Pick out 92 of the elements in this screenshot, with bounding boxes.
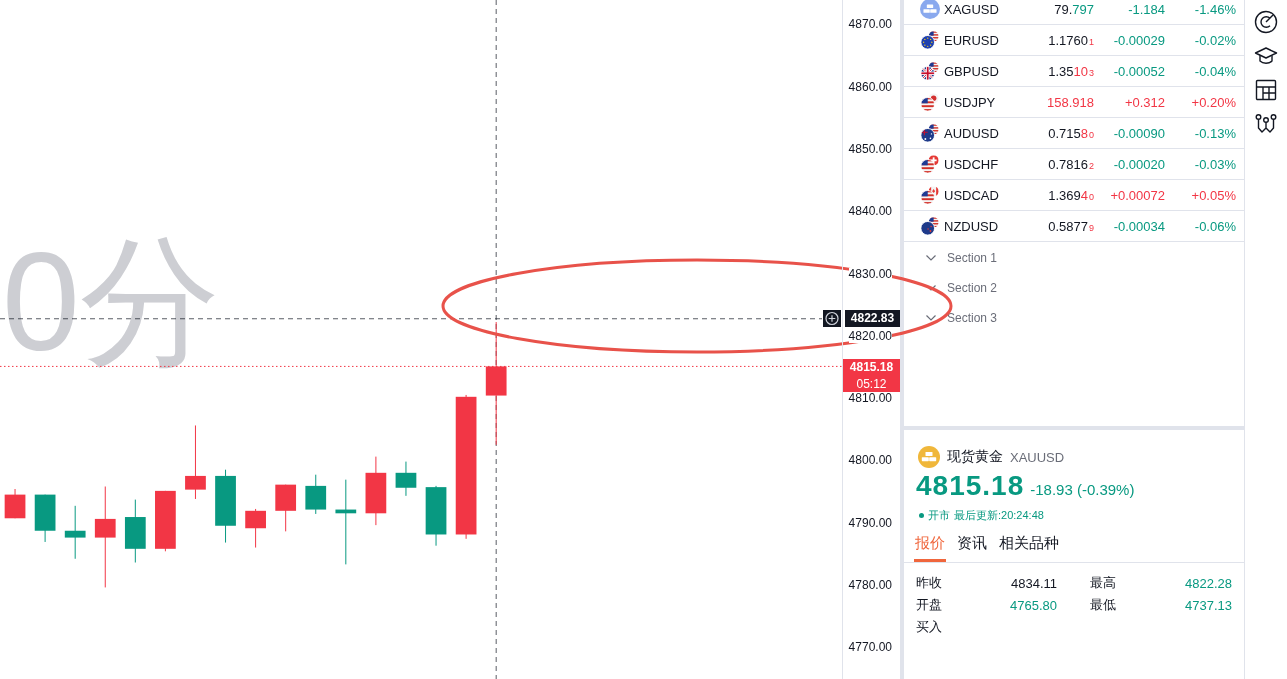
flag-icon bbox=[920, 30, 940, 50]
market-status: 开市 bbox=[928, 507, 950, 523]
stat-value: 4822.28 bbox=[1185, 575, 1232, 591]
section-header[interactable]: Section 2 bbox=[904, 273, 998, 303]
axis-tick-label: 4850.00 bbox=[848, 143, 892, 156]
watchlist-row[interactable]: USDCHF 0.78162 -0.00020 -0.03% bbox=[904, 149, 1244, 180]
tab[interactable]: 资讯 bbox=[956, 527, 988, 562]
watchlist-row[interactable]: USDCAD 1.36940 +0.00072 +0.05% bbox=[904, 180, 1244, 211]
percent-change: -0.13% bbox=[1194, 125, 1236, 141]
section-header[interactable]: Section 3 bbox=[904, 303, 998, 333]
flag-icon bbox=[920, 154, 940, 174]
last-price: 1.35103 bbox=[1048, 63, 1094, 79]
symbol-name: USDJPY bbox=[944, 94, 996, 110]
last-price-value: 4815.18 bbox=[849, 358, 894, 375]
stat-value: 4765.80 bbox=[1010, 597, 1057, 613]
watchlist-row[interactable]: GBPUSD 1.35103 -0.00052 -0.04% bbox=[904, 56, 1244, 87]
last-update-time: 最后更新:20:24:48 bbox=[954, 507, 1044, 523]
flag-icon bbox=[920, 216, 940, 236]
candle bbox=[245, 508, 266, 549]
price-change: +0.312 bbox=[1124, 94, 1165, 110]
daily-change: -18.93 (-0.39%) bbox=[1030, 481, 1135, 498]
stat-label: 最高 bbox=[1090, 574, 1116, 592]
crosshair-price-label: 4822.83 bbox=[845, 310, 900, 328]
price-change: -0.00029 bbox=[1113, 32, 1165, 48]
stat-value: 4834.11 bbox=[1010, 575, 1057, 591]
candle bbox=[395, 461, 417, 497]
candle bbox=[4, 488, 26, 519]
axis-tick-label: 4820.00 bbox=[848, 329, 892, 343]
price-change: +0.00072 bbox=[1110, 187, 1165, 203]
watchlist-row[interactable]: USDJPY 158.918 +0.312 +0.20% bbox=[904, 87, 1244, 118]
stat-label: 买入 bbox=[916, 618, 942, 636]
bar-countdown: 05:12 bbox=[856, 375, 887, 392]
plus-circle-icon[interactable] bbox=[823, 310, 841, 328]
price-change: -0.00034 bbox=[1113, 218, 1165, 234]
watchlist-row[interactable]: AUDUSD 0.71580 -0.00090 -0.13% bbox=[904, 118, 1244, 149]
circle-c-icon[interactable] bbox=[1254, 10, 1278, 34]
candle bbox=[425, 485, 447, 547]
table-icon[interactable] bbox=[1254, 78, 1278, 102]
price-change: -0.00052 bbox=[1113, 63, 1165, 79]
last-price: 0.71580 bbox=[1048, 125, 1094, 141]
percent-change: -0.03% bbox=[1194, 156, 1236, 172]
candle bbox=[64, 505, 86, 560]
symbol-name: GBPUSD bbox=[944, 63, 999, 79]
last-price: 158.918 bbox=[1047, 94, 1094, 110]
percent-change: +0.05% bbox=[1191, 187, 1236, 203]
candle bbox=[155, 490, 176, 552]
chevron-down-icon bbox=[926, 315, 936, 321]
candle bbox=[305, 474, 327, 515]
flag-icon bbox=[920, 92, 940, 112]
stat-label: 开盘 bbox=[916, 596, 942, 614]
last-price: 1.36940 bbox=[1048, 187, 1094, 203]
flag-icon bbox=[920, 185, 940, 205]
stat-value: 4737.13 bbox=[1185, 597, 1232, 613]
instrument-symbol: XAUUSD bbox=[1010, 449, 1065, 465]
flag-icon bbox=[920, 61, 940, 81]
percent-change: +0.20% bbox=[1191, 94, 1236, 110]
last-price: 1.17601 bbox=[1048, 32, 1094, 48]
percent-change: -1.46% bbox=[1194, 1, 1236, 17]
watchlist-row[interactable]: EURUSD 1.17601 -0.00029 -0.02% bbox=[904, 25, 1244, 56]
symbol-name: EURUSD bbox=[944, 32, 999, 48]
flag-icon bbox=[920, 123, 940, 143]
candle bbox=[124, 499, 146, 563]
axis-tick-label: 4860.00 bbox=[848, 80, 892, 94]
watchlist-row[interactable]: NZDUSD 0.58779 -0.00034 -0.06% bbox=[904, 211, 1244, 242]
price-change: -1.184 bbox=[1128, 1, 1165, 17]
stat-label: 昨收 bbox=[916, 574, 942, 592]
price-change: -0.00090 bbox=[1113, 125, 1165, 141]
axis-tick-label: 4790.00 bbox=[848, 516, 892, 530]
current-price: 4815.18 bbox=[916, 470, 1025, 502]
symbol-name: USDCHF bbox=[944, 156, 999, 172]
last-price: 0.78162 bbox=[1048, 156, 1094, 172]
percent-change: -0.04% bbox=[1194, 63, 1236, 79]
symbol-name: AUDUSD bbox=[944, 125, 999, 141]
symbol-name: XAGUSD bbox=[944, 1, 999, 17]
chevron-down-icon bbox=[926, 255, 936, 261]
candle bbox=[275, 484, 297, 532]
tab[interactable]: 相关品种 bbox=[998, 527, 1060, 562]
stat-label: 最低 bbox=[1090, 596, 1116, 614]
price-change: -0.00020 bbox=[1113, 156, 1165, 172]
axis-tick-label: 4830.00 bbox=[848, 267, 892, 281]
section-header[interactable]: Section 1 bbox=[904, 243, 998, 273]
symbol-name: NZDUSD bbox=[944, 218, 999, 234]
candle bbox=[34, 494, 56, 543]
percent-change: -0.02% bbox=[1194, 32, 1236, 48]
last-price: 79.797 bbox=[1054, 1, 1094, 17]
symbol-name: USDCAD bbox=[944, 187, 999, 203]
instrument-name: 现货黄金 bbox=[947, 448, 1003, 466]
watchlist-row[interactable]: XAGUSD 79.797 -1.184 -1.46% bbox=[904, 0, 1244, 25]
candle bbox=[365, 456, 387, 526]
percent-change: -0.06% bbox=[1194, 218, 1236, 234]
bullion-icon bbox=[918, 446, 940, 468]
last-price: 0.58779 bbox=[1048, 218, 1094, 234]
